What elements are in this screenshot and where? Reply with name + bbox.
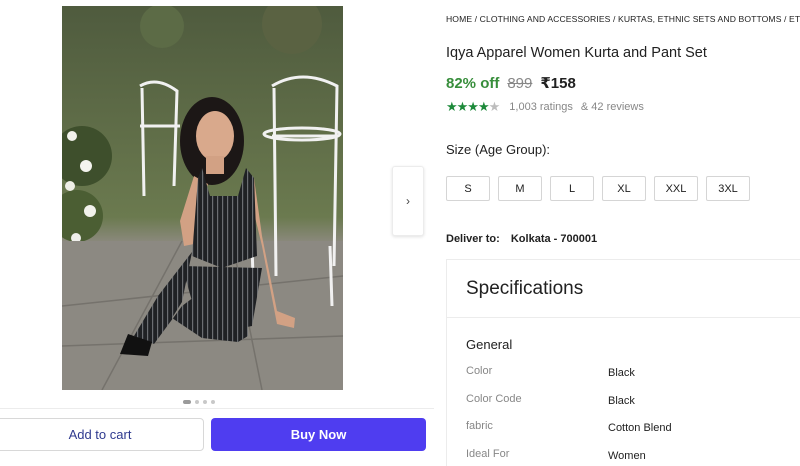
gallery-dot[interactable] bbox=[203, 400, 207, 404]
selling-price: ₹158 bbox=[540, 75, 576, 92]
size-options: S M L XL XXL 3XL bbox=[446, 176, 750, 201]
product-photo-illustration bbox=[62, 6, 343, 390]
delivery-row[interactable]: Deliver to: Kolkata - 700001 bbox=[446, 233, 597, 245]
original-price: 899 bbox=[507, 75, 533, 92]
price-row: 82% off 899 ₹158 bbox=[446, 74, 576, 92]
spec-value: Black bbox=[608, 395, 635, 407]
size-option-m[interactable]: M bbox=[498, 176, 542, 201]
ratings-count: 1,003 ratings bbox=[509, 101, 573, 113]
cta-bar: Add to cart Buy Now bbox=[0, 408, 434, 466]
chevron-right-icon: › bbox=[406, 194, 410, 208]
size-option-l[interactable]: L bbox=[550, 176, 594, 201]
add-to-cart-button[interactable]: Add to cart bbox=[0, 418, 204, 451]
size-option-3xl[interactable]: 3XL bbox=[706, 176, 750, 201]
size-option-xl[interactable]: XL bbox=[602, 176, 646, 201]
spec-value: Women bbox=[608, 450, 646, 462]
spec-value: Black bbox=[608, 367, 635, 379]
breadcrumb: HOME / CLOTHING AND ACCESSORIES / KURTAS… bbox=[446, 14, 800, 24]
buy-now-button[interactable]: Buy Now bbox=[211, 418, 426, 451]
delivery-location: Kolkata - 700001 bbox=[510, 233, 598, 245]
spec-key: Ideal For bbox=[466, 448, 510, 460]
next-image-button[interactable]: › bbox=[392, 166, 424, 236]
gallery-dot[interactable] bbox=[195, 400, 199, 404]
size-label: Size (Age Group): bbox=[446, 142, 551, 157]
gallery-dots bbox=[183, 400, 215, 404]
spec-key: Color Code bbox=[466, 393, 522, 405]
spec-key: Color bbox=[466, 365, 493, 377]
size-option-s[interactable]: S bbox=[446, 176, 490, 201]
delivery-label: Deliver to: bbox=[446, 233, 500, 245]
divider bbox=[447, 317, 800, 318]
discount-percent: 82% off bbox=[446, 75, 500, 92]
gallery-dot[interactable] bbox=[211, 400, 215, 404]
star-rating-icon: ★★★★★ bbox=[446, 99, 500, 114]
breadcrumb-home[interactable]: HOME bbox=[446, 14, 472, 24]
spec-key: fabric bbox=[466, 420, 493, 432]
spec-value: Cotton Blend bbox=[608, 422, 672, 434]
specifications-title: Specifications bbox=[466, 278, 584, 299]
product-title: Iqya Apparel Women Kurta and Pant Set bbox=[446, 45, 707, 61]
rating-row[interactable]: ★★★★★ 1,003 ratings & 42 reviews bbox=[446, 99, 644, 115]
reviews-count: & 42 reviews bbox=[580, 101, 644, 113]
specifications-panel: Specifications General Color Black Color… bbox=[446, 259, 800, 466]
size-option-xxl[interactable]: XXL bbox=[654, 176, 698, 201]
spec-group-title: General bbox=[466, 337, 513, 352]
gallery-dot[interactable] bbox=[183, 400, 191, 404]
product-image[interactable] bbox=[62, 6, 343, 390]
breadcrumb-ethnic-sets[interactable]: ETHNIC SETS bbox=[789, 14, 800, 24]
breadcrumb-kurtas[interactable]: KURTAS, ETHNIC SETS AND BOTTOMS bbox=[618, 14, 782, 24]
breadcrumb-clothing[interactable]: CLOTHING AND ACCESSORIES bbox=[480, 14, 611, 24]
